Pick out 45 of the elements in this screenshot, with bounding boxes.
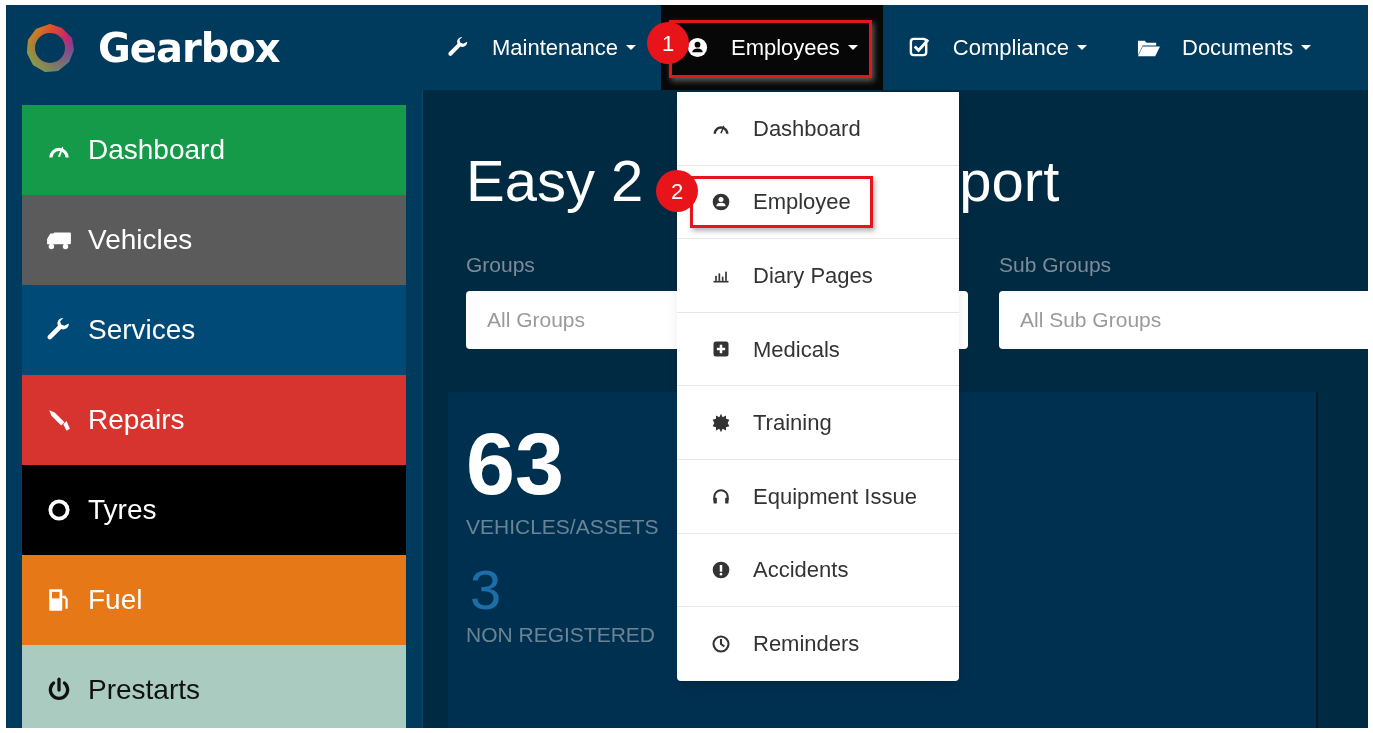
stat-value: 3: [469, 558, 502, 622]
user-icon: [711, 191, 731, 212]
callout-badge: 2: [656, 170, 698, 212]
sidebar-item[interactable]: Dashboard: [22, 105, 406, 195]
plus-square-icon: [711, 339, 731, 360]
brand-name: Gearbox: [98, 23, 280, 73]
user-icon: [686, 36, 709, 59]
exclamation-icon: [711, 559, 731, 580]
nav-menu-button[interactable]: Compliance: [882, 5, 1112, 90]
nav-menu-button[interactable]: Documents: [1112, 5, 1337, 90]
sidebar-item[interactable]: Prestarts: [22, 645, 406, 728]
dropdown-item[interactable]: Employee: [711, 185, 851, 219]
caret-icon: [1301, 45, 1312, 50]
screwdriver-icon: [46, 407, 72, 433]
field-label: Sub Groups: [999, 252, 1112, 278]
select-field[interactable]: All Sub Groups: [999, 291, 1368, 349]
dropdown-item[interactable]: Medicals: [711, 332, 840, 366]
sidebar-item[interactable]: Vehicles: [22, 195, 406, 285]
caret-icon: [847, 45, 858, 50]
sidebar-item[interactable]: Tyres: [22, 465, 406, 555]
stat-value: 63: [466, 414, 564, 514]
caret-icon: [626, 45, 636, 50]
nav-menu-button[interactable]: Maintenance: [422, 5, 640, 90]
page-title: port: [959, 152, 1060, 215]
dropdown-item[interactable]: Training: [711, 406, 832, 440]
dropdown-item[interactable]: Reminders: [711, 627, 860, 661]
dropdown-item[interactable]: Diary Pages: [711, 259, 873, 292]
power-icon: [46, 677, 72, 703]
stat-label: NON REGISTERED: [466, 622, 656, 648]
field-label: Groups: [466, 252, 535, 278]
dropdown-item[interactable]: Accidents: [711, 553, 849, 587]
badge-icon: [711, 412, 731, 433]
wrench-icon: [447, 36, 470, 59]
ring-icon: [46, 497, 72, 523]
sidebar-item[interactable]: Services: [22, 285, 406, 375]
page-title: Easy 2: [466, 152, 644, 215]
checkbox-icon: [907, 36, 931, 59]
dropdown-item[interactable]: Equipment Issue: [711, 479, 917, 513]
stat-label: VEHICLES/ASSETS: [466, 514, 659, 540]
caret-icon: [1077, 45, 1087, 50]
clock-icon: [711, 633, 731, 654]
headphones-icon: [711, 486, 731, 507]
dropdown-item[interactable]: Dashboard: [711, 111, 861, 145]
logo-icon: [24, 21, 76, 74]
sidebar-item[interactable]: Repairs: [22, 375, 406, 465]
